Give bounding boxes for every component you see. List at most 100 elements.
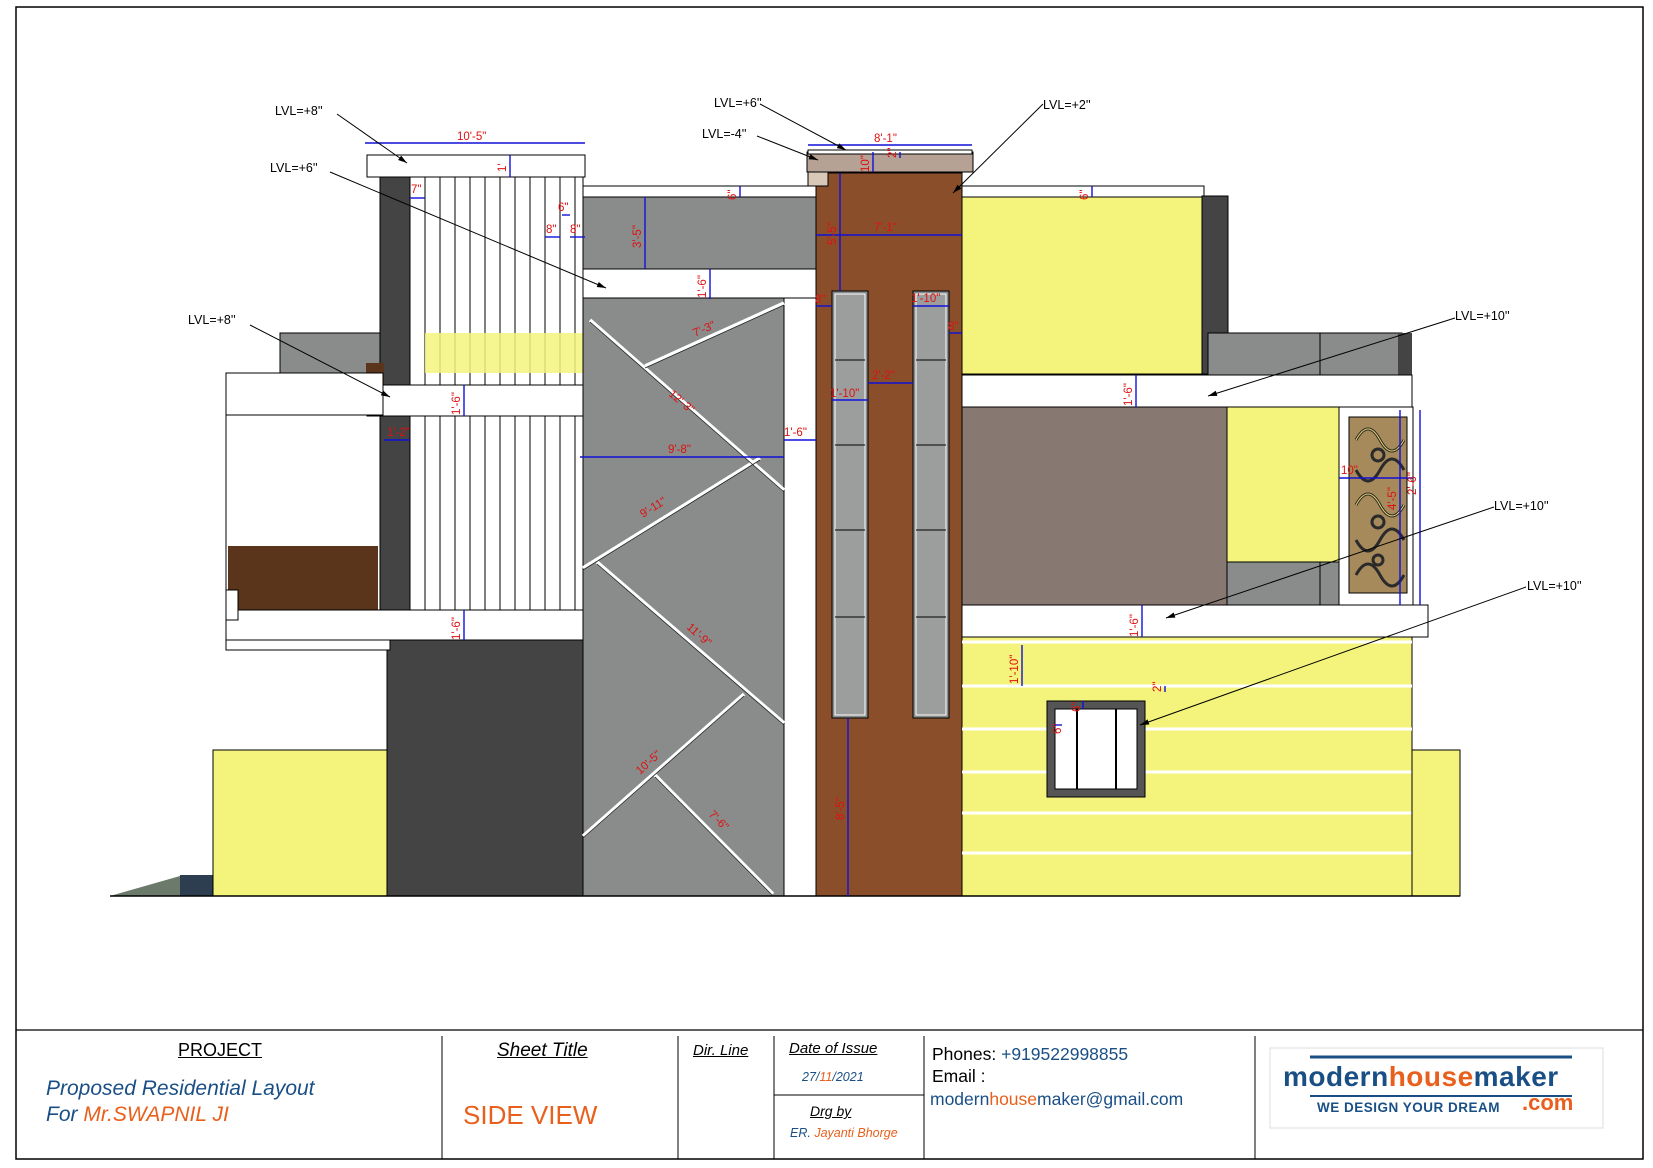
dimension-label: 1'-6" bbox=[697, 275, 709, 298]
dimension-label: 1'-6" bbox=[451, 617, 463, 640]
column-cap-ledge bbox=[807, 171, 829, 187]
email-label: Email : bbox=[932, 1066, 986, 1086]
dimension-label: 1'-10" bbox=[830, 388, 859, 400]
level-label: LVL=+8'' bbox=[275, 104, 323, 118]
dimension-label: 1'-6" bbox=[784, 427, 807, 439]
right-yellow-panel bbox=[1226, 406, 1340, 563]
dimension-label: 2" bbox=[1152, 682, 1164, 692]
dimension-label: 8'-5" bbox=[835, 797, 847, 820]
dimension-label: 8" bbox=[815, 294, 825, 306]
ground-floor-dark-wall bbox=[386, 639, 584, 897]
right-ground-yellow-wall bbox=[961, 636, 1413, 897]
level-label: LVL=+10'' bbox=[1455, 309, 1510, 323]
dimension-label: 1' bbox=[497, 163, 509, 172]
right-parapet-gray bbox=[1207, 332, 1403, 376]
mid-slab-band bbox=[366, 384, 584, 417]
phones-line: Phones: +919522998855 bbox=[932, 1044, 1128, 1065]
dimension-label: 1'-6" bbox=[1123, 383, 1135, 406]
email-value[interactable]: modernhousemaker@gmail.com bbox=[930, 1089, 1183, 1110]
date-day: 27/ bbox=[802, 1070, 820, 1084]
logo-maker: maker bbox=[1473, 1061, 1559, 1092]
logo-house: house bbox=[1388, 1061, 1474, 1092]
dimension-label: 6" bbox=[727, 190, 739, 200]
small-window-glass bbox=[1054, 708, 1138, 790]
dimension-label: 10" bbox=[860, 155, 872, 172]
central-white-strip bbox=[783, 297, 817, 897]
left-top-slab bbox=[225, 372, 384, 416]
dimension-label: 9'-8" bbox=[668, 444, 691, 456]
dimension-label: 4'-5" bbox=[1387, 487, 1399, 510]
logo-modern: modern bbox=[1283, 1061, 1389, 1092]
dimension-label: 8'-1" bbox=[874, 133, 897, 145]
louver-yellow-band bbox=[425, 333, 583, 373]
level-label: LVL=+6'' bbox=[270, 161, 318, 175]
level-label: LVL=+10'' bbox=[1494, 499, 1549, 513]
phones-label: Phones: bbox=[932, 1044, 997, 1064]
right-gray-panel bbox=[1226, 561, 1340, 606]
dimension-label: 1'-2" bbox=[387, 427, 410, 439]
drg-heading: Drg by bbox=[810, 1103, 852, 1119]
right-slab-band bbox=[961, 374, 1413, 408]
project-for-line: For Mr.SWAPNIL JI bbox=[46, 1103, 229, 1127]
project-line: Proposed Residential Layout bbox=[46, 1077, 315, 1100]
right-lower-slab bbox=[961, 604, 1429, 638]
dimension-label: 1'-6" bbox=[451, 392, 463, 415]
dimension-label: 10" bbox=[1341, 465, 1358, 477]
elevation-sheet: LVL=+8'' LVL=+6'' LVL=+8'' LVL=+6'' LVL=… bbox=[15, 6, 1644, 1160]
dimension-label: 2'-2" bbox=[872, 370, 895, 382]
column-glazing-right bbox=[912, 290, 950, 719]
dimension-label: 6" bbox=[1079, 190, 1091, 200]
building-elevation bbox=[110, 149, 1461, 897]
dimension-label: 10'-5" bbox=[457, 131, 486, 143]
logo-tagline: WE DESIGN YOUR DREAM bbox=[1317, 1100, 1501, 1115]
dimension-label: 6" bbox=[1071, 702, 1083, 712]
dimension-label: 7" bbox=[411, 184, 421, 196]
dimension-label: 6" bbox=[558, 202, 568, 214]
project-heading: PROJECT bbox=[178, 1040, 263, 1060]
right-upper-yellow-wall bbox=[961, 195, 1203, 375]
dimension-label: 8" bbox=[546, 224, 556, 236]
level-label: LVL=+8'' bbox=[188, 313, 236, 327]
drg-by-value: ER. Jayanti Bhorge bbox=[790, 1126, 898, 1140]
level-label: LVL=-4'' bbox=[702, 127, 747, 141]
drg-name: Jayanti Bhorge bbox=[814, 1126, 898, 1140]
lower-slab-lip bbox=[225, 589, 239, 621]
date-year: /2021 bbox=[832, 1070, 864, 1084]
lower-slab-band bbox=[225, 609, 584, 641]
date-heading: Date of Issue bbox=[789, 1040, 878, 1057]
dimension-label: 1'-6" bbox=[1129, 614, 1141, 637]
level-label: LVL=+6'' bbox=[714, 96, 762, 110]
upper-gray-wall bbox=[582, 195, 817, 270]
right-compound-wall bbox=[1411, 749, 1461, 897]
sheet-title-value: SIDE VIEW bbox=[463, 1100, 598, 1130]
email-part: @gmail.com bbox=[1085, 1089, 1184, 1109]
left-compound-wall bbox=[212, 749, 389, 897]
dimension-label: 2" bbox=[887, 148, 899, 158]
dimension-label: 3'-5" bbox=[632, 225, 644, 248]
dimension-label: 2'-6" bbox=[1407, 472, 1419, 495]
project-for-label: For bbox=[46, 1103, 84, 1126]
date-month: 11 bbox=[819, 1070, 833, 1084]
email-part: maker bbox=[1037, 1089, 1086, 1109]
left-room-brown-panel bbox=[228, 546, 378, 610]
level-label: LVL=+2'' bbox=[1043, 98, 1091, 112]
email-part: house bbox=[989, 1089, 1038, 1109]
dimension-label: 8" bbox=[948, 321, 958, 333]
phones-value: +919522998855 bbox=[1001, 1044, 1129, 1064]
dimension-label: 6" bbox=[1052, 724, 1064, 734]
level-label: LVL=+10'' bbox=[1527, 579, 1582, 593]
right-parapet-dark-end bbox=[1398, 333, 1412, 375]
project-client: Mr.SWAPNIL JI bbox=[83, 1103, 229, 1126]
taupe-wall bbox=[961, 406, 1228, 606]
column-glazing-left bbox=[831, 290, 869, 719]
logo-wordmark: modernhousemaker bbox=[1283, 1061, 1559, 1093]
dimension-label: 7'-1" bbox=[874, 222, 897, 234]
sheet-title-heading: Sheet Title bbox=[497, 1040, 588, 1061]
dimension-label: 1'-10" bbox=[1009, 655, 1021, 684]
entrance-step bbox=[180, 875, 215, 896]
dimension-label: 5'-5" bbox=[827, 222, 839, 245]
drg-prefix: ER. bbox=[790, 1126, 815, 1140]
dimension-label: 1'-10" bbox=[911, 293, 940, 305]
email-part: modern bbox=[930, 1089, 990, 1109]
dimension-label: 8" bbox=[570, 224, 580, 236]
